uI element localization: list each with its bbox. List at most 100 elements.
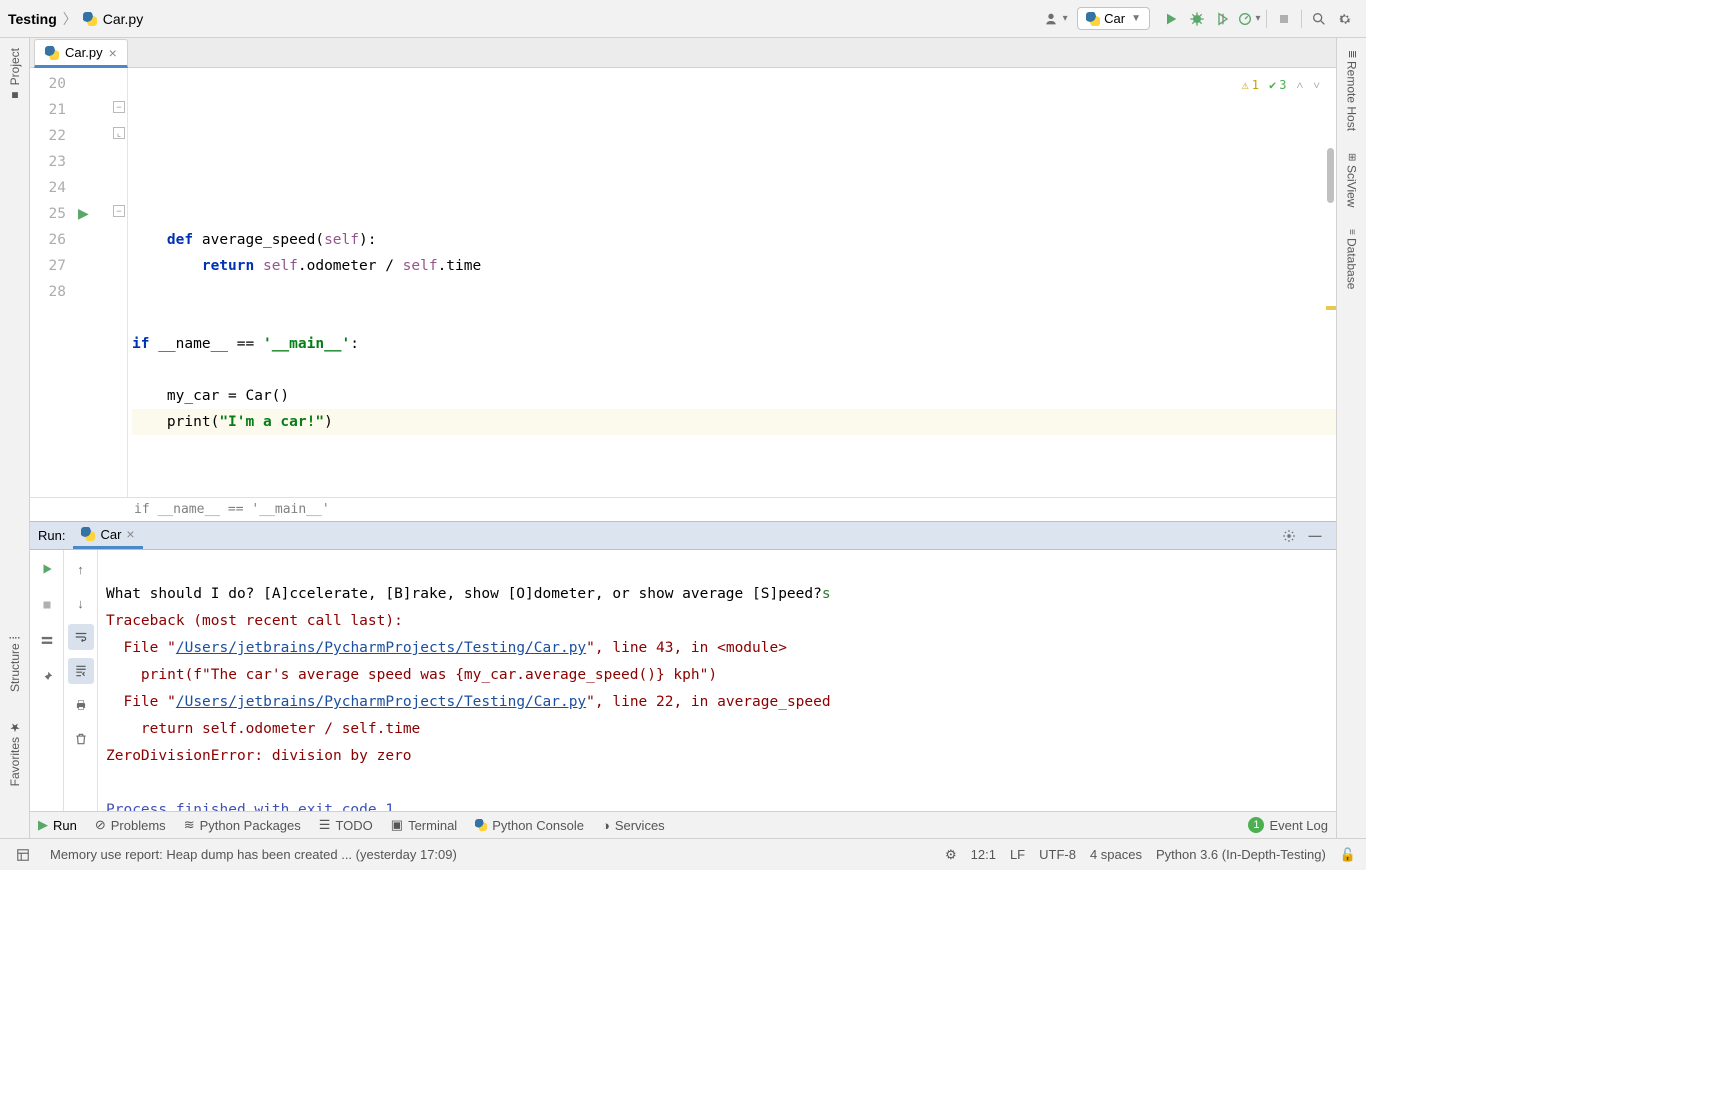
run-tool-header: Run: Car × — xyxy=(30,522,1336,550)
chevron-down-icon: ▼ xyxy=(1131,13,1141,24)
tb-file-link[interactable]: /Users/jetbrains/PycharmProjects/Testing… xyxy=(176,694,586,710)
fold-toggle[interactable]: − xyxy=(113,205,125,217)
editor-tab-label: Car.py xyxy=(65,45,103,60)
line-separator[interactable]: LF xyxy=(1010,847,1025,862)
run-toolbar-left xyxy=(30,550,64,855)
breadcrumb-context[interactable]: if __name__ == '__main__' xyxy=(134,502,330,517)
error-stripe-mark[interactable] xyxy=(1326,306,1336,310)
ok-indicator[interactable]: ✔3 xyxy=(1269,72,1286,98)
pin-button[interactable] xyxy=(34,664,60,690)
project-tool-button[interactable]: ■Project xyxy=(8,42,22,108)
sciview-tool-button[interactable]: ⊞SciView xyxy=(1345,149,1359,211)
rerun-button[interactable] xyxy=(34,556,60,582)
interpreter-info[interactable]: Python 3.6 (In-Depth-Testing) xyxy=(1156,847,1326,862)
down-button[interactable]: ↓ xyxy=(68,590,94,616)
services-tool-button[interactable]: ◑Services xyxy=(602,818,665,833)
console-user-input: s xyxy=(822,586,831,602)
tb-line: File " xyxy=(106,694,176,710)
stop-button[interactable] xyxy=(1271,6,1297,32)
separator xyxy=(1266,10,1267,28)
up-button[interactable]: ↑ xyxy=(68,556,94,582)
python-file-icon xyxy=(83,12,97,26)
fold-toggle[interactable]: − xyxy=(113,101,125,113)
scroll-to-end-button[interactable] xyxy=(68,658,94,684)
editor[interactable]: 202122232425262728 − ⌞ ▶ − ⚠1 ✔3 ˄ ˅ def… xyxy=(30,68,1336,497)
tb-file-link[interactable]: /Users/jetbrains/PycharmProjects/Testing… xyxy=(176,640,586,656)
delete-button[interactable] xyxy=(68,726,94,752)
breadcrumb-file[interactable]: Car.py xyxy=(103,11,143,27)
status-message[interactable]: Memory use report: Heap dump has been cr… xyxy=(50,847,457,862)
stop-button[interactable] xyxy=(34,592,60,618)
profile-button[interactable]: ▾ xyxy=(1236,6,1262,32)
tb-line: File " xyxy=(106,640,176,656)
run-config-name: Car xyxy=(1104,11,1125,26)
database-tool-button[interactable]: ≡Database xyxy=(1345,225,1359,293)
close-icon[interactable]: × xyxy=(109,45,117,61)
minimize-button[interactable]: — xyxy=(1302,523,1328,549)
search-everywhere-button[interactable] xyxy=(1306,6,1332,32)
run-configuration-selector[interactable]: Car ▼ xyxy=(1077,7,1150,30)
event-badge: 1 xyxy=(1248,817,1264,833)
tb-code: print(f"The car's average speed was {my_… xyxy=(106,667,717,683)
add-user-icon[interactable]: ▾ xyxy=(1043,6,1069,32)
settings-button[interactable] xyxy=(1332,6,1358,32)
chevron-up-icon[interactable]: ˄ xyxy=(1296,72,1303,98)
indent-info[interactable]: 4 spaces xyxy=(1090,847,1142,862)
fold-end[interactable]: ⌞ xyxy=(113,127,125,139)
tool-windows-toggle[interactable] xyxy=(10,842,36,868)
debug-button[interactable] xyxy=(1184,6,1210,32)
navigation-bar: Testing 〉 Car.py ▾ Car ▼ ▾ xyxy=(0,0,1366,38)
run-button[interactable] xyxy=(1158,6,1184,32)
caret-position[interactable]: 12:1 xyxy=(971,847,996,862)
close-icon[interactable]: × xyxy=(126,526,134,542)
layout-button[interactable] xyxy=(34,628,60,654)
run-gutter-icon[interactable]: ▶ xyxy=(78,205,89,222)
console-prompt: What should I do? [A]ccelerate, [B]rake,… xyxy=(106,586,822,602)
tb-code: return self.odometer / self.time xyxy=(106,721,420,737)
remote-host-tool-button[interactable]: ≣Remote Host xyxy=(1345,46,1359,135)
chevron-down-icon[interactable]: ˅ xyxy=(1313,72,1320,98)
todo-tool-button[interactable]: ☰TODO xyxy=(319,817,373,833)
console-output[interactable]: What should I do? [A]ccelerate, [B]rake,… xyxy=(98,550,1336,855)
separator xyxy=(1301,10,1302,28)
event-log-tool-button[interactable]: 1Event Log xyxy=(1248,817,1328,833)
code-area[interactable]: ⚠1 ✔3 ˄ ˅ def average_speed(self): retur… xyxy=(128,68,1336,497)
python-console-tool-button[interactable]: Python Console xyxy=(475,818,584,833)
run-tool-button[interactable]: ▶Run xyxy=(38,817,77,833)
python-packages-tool-button[interactable]: ≋Python Packages xyxy=(184,817,301,833)
structure-tool-button[interactable]: Structure⡇ xyxy=(8,627,22,698)
left-tool-stripe: ■Project Structure⡇ Favorites★ xyxy=(0,38,30,838)
lock-icon[interactable]: 🔓 xyxy=(1340,847,1356,863)
soft-wrap-button[interactable] xyxy=(68,624,94,650)
chevron-right-icon: 〉 xyxy=(63,9,77,29)
warning-indicator[interactable]: ⚠1 xyxy=(1242,72,1259,98)
editor-gutter[interactable]: − ⌞ ▶ − xyxy=(74,68,128,497)
run-coverage-button[interactable] xyxy=(1210,6,1236,32)
scrollbar-thumb[interactable] xyxy=(1327,148,1334,203)
terminal-tool-button[interactable]: ▣Terminal xyxy=(391,817,457,833)
editor-tab-car[interactable]: Car.py × xyxy=(34,39,128,68)
bottom-tool-stripe: ▶Run ⊘Problems ≋Python Packages ☰TODO ▣T… xyxy=(30,811,1336,838)
run-title: Run: xyxy=(38,528,65,543)
traceback-header: Traceback (most recent call last): xyxy=(106,613,403,629)
run-tab-car[interactable]: Car × xyxy=(73,522,142,549)
print-button[interactable] xyxy=(68,692,94,718)
favorites-tool-button[interactable]: Favorites★ xyxy=(8,714,22,792)
inspection-widget[interactable]: ⚠1 ✔3 ˄ ˅ xyxy=(1242,72,1321,98)
tb-error: ZeroDivisionError: division by zero xyxy=(106,748,412,764)
line-number-gutter: 202122232425262728 xyxy=(30,68,74,497)
main-area: Car.py × 202122232425262728 − ⌞ ▶ − ⚠1 ✔… xyxy=(30,38,1336,838)
problems-tool-button[interactable]: ⊘Problems xyxy=(95,817,166,833)
python-icon xyxy=(81,527,95,541)
status-bar: Memory use report: Heap dump has been cr… xyxy=(0,838,1366,870)
run-settings-button[interactable] xyxy=(1276,523,1302,549)
file-encoding[interactable]: UTF-8 xyxy=(1039,847,1076,862)
breadcrumb[interactable]: Testing 〉 Car.py xyxy=(8,9,143,29)
editor-breadcrumbs[interactable]: if __name__ == '__main__' xyxy=(30,497,1336,521)
right-tool-stripe: ≣Remote Host ⊞SciView ≡Database xyxy=(1336,38,1366,838)
python-file-icon xyxy=(45,46,59,60)
python-packages-icon[interactable]: ⚙ xyxy=(945,847,957,863)
breadcrumb-project[interactable]: Testing xyxy=(8,11,57,27)
python-icon xyxy=(1086,12,1100,26)
run-tool-window: Run: Car × — ↑ ↓ xyxy=(30,521,1336,811)
